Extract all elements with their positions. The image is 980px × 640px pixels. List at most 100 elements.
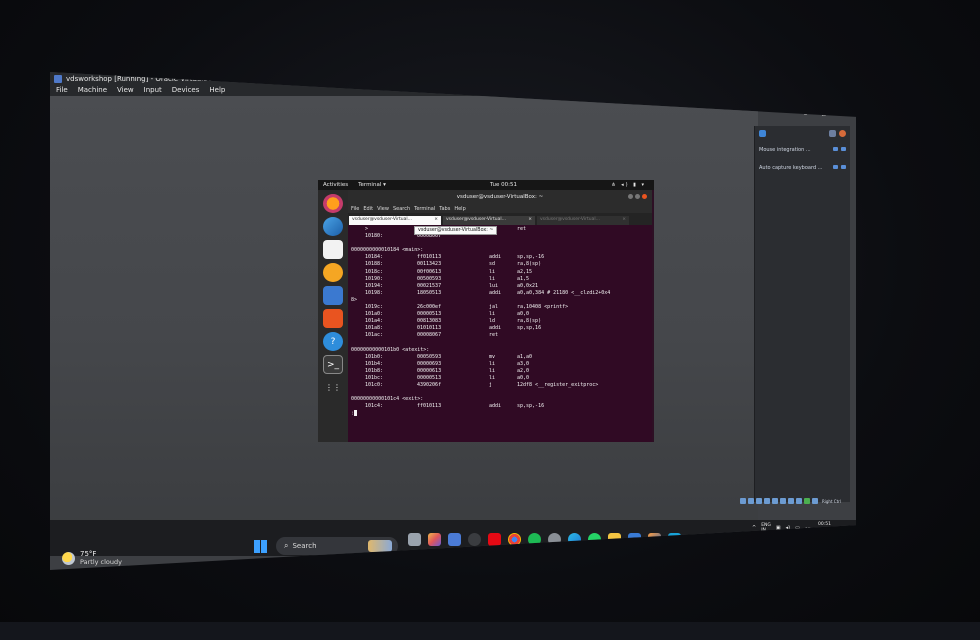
windows-start-icon[interactable]: [254, 540, 267, 553]
terminal-line: 101bc: 00000513 li a0,0: [365, 374, 530, 381]
term-menu-search[interactable]: Search: [393, 206, 410, 212]
weather-description: Partly cloudy: [80, 558, 122, 566]
menu-view[interactable]: View: [117, 86, 134, 94]
writer-icon[interactable]: [323, 286, 343, 305]
terminal-line: 1018c: 00f00613 li a2,15: [365, 268, 533, 275]
software-center-icon[interactable]: [323, 309, 343, 328]
optical-icon[interactable]: [748, 498, 754, 504]
terminal-line: 0000000000010184 <main>:: [351, 247, 424, 254]
hdd-icon[interactable]: [740, 498, 746, 504]
tray-overflow-icon[interactable]: ^: [752, 525, 756, 531]
menu-input[interactable]: Input: [144, 86, 162, 94]
gnome-top-bar: Activities Terminal ▾ Tue 00:51 ⋔ ◂) ▮ ▾: [318, 180, 654, 190]
system-menu-icon[interactable]: ⋔ ◂) ▮ ▾: [611, 182, 646, 188]
desk-strip: [0, 622, 980, 640]
terminal-line: 101c4: ff010113 addi sp,sp,-16: [365, 403, 545, 410]
virtualbox-icon: [54, 75, 62, 83]
terminal-line: 10188: 00113423 sd ra,8(sp): [365, 261, 542, 268]
menu-help[interactable]: Help: [209, 86, 225, 94]
panel-info-icon: [759, 130, 766, 137]
terminal-menu-bar: File Edit View Search Terminal Tabs Help: [348, 204, 652, 213]
copilot-icon[interactable]: [428, 533, 441, 546]
terminal-line: 10194: 00021537 lui a0,0x21: [365, 282, 539, 289]
partly-cloudy-icon: [62, 551, 75, 565]
terminal-tab[interactable]: vsduser@vsduser-Virtual... ×: [443, 216, 535, 225]
tab-tooltip: vsduser@vsduser-VirtualBox: ~: [414, 226, 498, 235]
terminal-line: 1019c: 26c000ef jal ra,10408 <printf>: [365, 304, 569, 311]
terminal-line: 10184: ff010113 addi sp,sp,-16: [365, 254, 545, 261]
terminal-tab[interactable]: vsduser@vsduser-Virtual... ×: [537, 216, 629, 225]
menu-machine[interactable]: Machine: [78, 86, 107, 94]
mouse-integration-label: Mouse integration ...: [759, 147, 811, 153]
widget-app-icon[interactable]: [448, 533, 461, 546]
info-dot-icon[interactable]: [833, 147, 838, 151]
rhythmbox-icon[interactable]: [323, 263, 343, 282]
usb-icon[interactable]: [772, 498, 778, 504]
files-icon[interactable]: [323, 240, 343, 259]
weather-widget[interactable]: 75°F Partly cloudy: [62, 550, 122, 566]
terminal-line: 00000000000101b0 <atexit>:: [351, 346, 430, 353]
term-menu-terminal[interactable]: Terminal: [414, 206, 435, 212]
term-minimize-button[interactable]: [628, 194, 633, 199]
term-close-button[interactable]: [642, 194, 647, 199]
terminal-header: vsduser@vsduser-VirtualBox: ~: [348, 190, 652, 204]
panel-close-icon[interactable]: [839, 130, 846, 137]
dismiss-dot-icon[interactable]: [841, 165, 846, 169]
app-menu[interactable]: Terminal ▾: [358, 182, 386, 188]
weather-temperature: 75°F: [80, 550, 97, 558]
terminal-line: 101ac: 00008067 ret: [365, 332, 499, 339]
gnome-clock[interactable]: Tue 00:51: [490, 182, 517, 188]
term-menu-file[interactable]: File: [351, 206, 359, 212]
help-icon[interactable]: ?: [323, 332, 343, 351]
tab-close-icon[interactable]: ×: [622, 217, 626, 224]
show-apps-icon[interactable]: ⋮⋮: [323, 378, 343, 397]
terminal-window: vsduser@vsduser-VirtualBox: ~ File Edit …: [348, 190, 652, 442]
terminal-tab-strip: vsduser@vsduser-Virtual... × vsduser@vsdu…: [348, 213, 652, 225]
github-icon[interactable]: [468, 533, 481, 546]
terminal-line: 101b4: 00000693 li a3,0: [365, 360, 530, 367]
terminal-output[interactable]: > ret 10180: 00008067 0000000000010184 <main…: [348, 225, 652, 419]
activities-button[interactable]: Activities: [323, 182, 348, 188]
mouse-capture-icon[interactable]: [812, 498, 818, 504]
term-menu-view[interactable]: View: [377, 206, 389, 212]
terminal-line: 10180: 00008067: [365, 233, 442, 240]
mouse-integration-notice[interactable]: Mouse integration ...: [755, 141, 850, 159]
task-view-icon[interactable]: [408, 533, 421, 546]
term-menu-tabs[interactable]: Tabs: [439, 206, 450, 212]
auto-capture-label: Auto capture keyboard ...: [759, 165, 823, 171]
terminal-line: :: [351, 410, 649, 417]
recording-icon[interactable]: [796, 498, 802, 504]
terminal-tab[interactable]: vsduser@vsduser-Virtual... ×: [349, 216, 441, 225]
network-icon[interactable]: [764, 498, 770, 504]
notification-panel: Mouse integration ... Auto capture keybo…: [754, 126, 850, 502]
shared-folder-icon[interactable]: [780, 498, 786, 504]
monitor-screen: vdsworkshop [Running] - Oracle VirtualBo…: [50, 72, 856, 570]
panel-pin-icon[interactable]: [829, 130, 836, 137]
netflix-icon[interactable]: [488, 533, 501, 546]
terminal-line: 10198: 18050513 addi a0,a0,384 # 21180 <__c…: [365, 289, 611, 296]
ubuntu-dock: ? >_ ⋮⋮: [318, 190, 348, 442]
dismiss-dot-icon[interactable]: [841, 147, 846, 151]
cpu-icon[interactable]: [804, 498, 810, 504]
terminal-icon[interactable]: >_: [323, 355, 343, 374]
thunderbird-icon[interactable]: [323, 217, 343, 236]
term-menu-help[interactable]: Help: [454, 206, 465, 212]
audio-icon[interactable]: [756, 498, 762, 504]
terminal-line: 101a8: 01010113 addi sp,sp,16: [365, 325, 542, 332]
info-dot-icon[interactable]: [833, 165, 838, 169]
display-icon[interactable]: [788, 498, 794, 504]
search-highlight-image: [368, 540, 392, 552]
ubuntu-desktop: Activities Terminal ▾ Tue 00:51 ⋔ ◂) ▮ ▾…: [318, 180, 654, 442]
tab-close-icon[interactable]: ×: [528, 217, 532, 224]
terminal-line: 101b0: 00050593 mv a1,a0: [365, 353, 533, 360]
term-maximize-button[interactable]: [635, 194, 640, 199]
terminal-line: > ret: [365, 226, 527, 232]
terminal-line: 101a0: 00000513 li a0,0: [365, 311, 530, 318]
menu-file[interactable]: File: [56, 86, 68, 94]
auto-capture-notice[interactable]: Auto capture keyboard ...: [755, 159, 850, 177]
firefox-icon[interactable]: [323, 194, 343, 213]
menu-devices[interactable]: Devices: [172, 86, 200, 94]
term-menu-edit[interactable]: Edit: [363, 206, 373, 212]
tab-close-icon[interactable]: ×: [434, 217, 438, 224]
